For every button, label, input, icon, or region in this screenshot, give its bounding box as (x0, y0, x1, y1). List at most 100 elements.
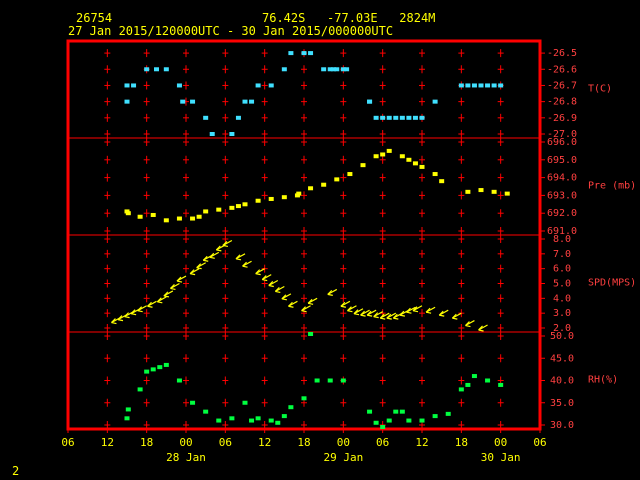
data-point (242, 202, 248, 207)
panel-name-label: T(C) (588, 84, 612, 95)
wind-arrow-head (170, 287, 176, 291)
y-tick-label: 6.0 (553, 264, 571, 275)
data-point (373, 154, 379, 159)
x-tick-label: 18 (140, 436, 153, 449)
data-point (380, 115, 386, 120)
data-point (386, 148, 392, 153)
wind-arrow-head (216, 249, 222, 252)
data-point (432, 414, 438, 419)
x-tick-label: 06 (61, 436, 74, 449)
data-point (399, 409, 405, 414)
data-point (498, 83, 504, 88)
data-point (412, 161, 418, 166)
data-point (445, 411, 451, 416)
data-point (373, 420, 379, 425)
data-point (176, 216, 182, 221)
wind-arrow-head (366, 314, 373, 317)
panel-name-label: Pre (mb) (588, 181, 636, 192)
wind-arrow-head (157, 301, 163, 304)
y-tick-label: -26.5 (547, 48, 577, 59)
day-label: 28 Jan (166, 451, 206, 464)
data-point (498, 382, 504, 387)
data-point (131, 83, 137, 88)
data-point (255, 83, 261, 88)
data-point (465, 189, 471, 194)
x-tick-label: 18 (297, 436, 310, 449)
data-point (196, 214, 202, 219)
data-point (491, 83, 497, 88)
data-point (209, 132, 215, 136)
data-point (432, 99, 438, 104)
data-point (439, 179, 445, 184)
wind-arrow-head (425, 311, 432, 314)
data-point (471, 83, 477, 88)
data-point (360, 163, 366, 168)
wind-arrow-head (147, 305, 153, 308)
wind-arrow-head (163, 295, 170, 298)
wind-arrow-head (353, 313, 360, 316)
wind-arrow-head (406, 311, 412, 314)
y-tick-label: -26.6 (547, 64, 577, 75)
data-point (406, 157, 412, 162)
data-point (124, 99, 130, 104)
y-tick-label: -26.9 (547, 113, 577, 124)
data-point (176, 378, 182, 383)
wind-arrow-head (137, 310, 143, 313)
data-point (216, 207, 222, 212)
y-tick-label: 696.0 (547, 137, 577, 148)
panel-name-label: SPD(MPS) (588, 278, 636, 289)
data-point (137, 387, 143, 392)
wind-arrow-head (373, 316, 379, 319)
data-point (399, 154, 405, 159)
wind-arrow-head (255, 273, 261, 276)
data-point (235, 115, 241, 120)
wind-arrow-head (327, 293, 333, 296)
wind-arrow-head (203, 259, 209, 262)
data-point (180, 99, 186, 104)
y-tick-label: 692.0 (547, 208, 577, 219)
wind-arrow-head (360, 314, 366, 317)
data-point (485, 83, 491, 88)
data-point (380, 152, 386, 157)
data-point (344, 67, 350, 72)
data-point (491, 189, 497, 194)
panel-name-label: RH(%) (588, 375, 618, 386)
data-point (296, 191, 302, 196)
wind-arrow-head (399, 314, 406, 317)
data-point (255, 416, 261, 421)
data-point (229, 416, 235, 421)
data-point (386, 115, 392, 120)
data-point (242, 99, 248, 104)
data-point (281, 195, 287, 200)
data-point (281, 67, 287, 72)
data-point (458, 83, 464, 88)
data-point (268, 418, 274, 423)
wind-arrow-head (111, 321, 117, 325)
data-point (340, 378, 346, 383)
data-point (163, 362, 169, 367)
data-point (321, 182, 327, 187)
data-point (268, 196, 274, 201)
data-point (485, 378, 491, 383)
data-point (124, 83, 130, 88)
data-point (154, 67, 159, 72)
data-point (255, 198, 261, 203)
x-tick-label: 06 (533, 436, 546, 449)
data-point (399, 115, 405, 120)
data-point (373, 115, 379, 120)
wind-arrow-head (235, 258, 242, 261)
data-point (235, 204, 241, 209)
wind-arrow-head (380, 317, 386, 320)
data-point (386, 418, 392, 423)
wind-arrow-head (301, 310, 307, 313)
data-point (380, 425, 386, 429)
data-point (249, 418, 255, 423)
y-tick-label: -26.7 (547, 80, 577, 91)
x-tick-label: 00 (179, 436, 192, 449)
day-label: 29 Jan (323, 451, 363, 464)
data-point (308, 332, 314, 336)
y-tick-label: 7.0 (553, 249, 571, 260)
wind-arrow-head (412, 310, 419, 313)
wind-arrow-head (130, 313, 137, 316)
data-point (176, 83, 182, 88)
